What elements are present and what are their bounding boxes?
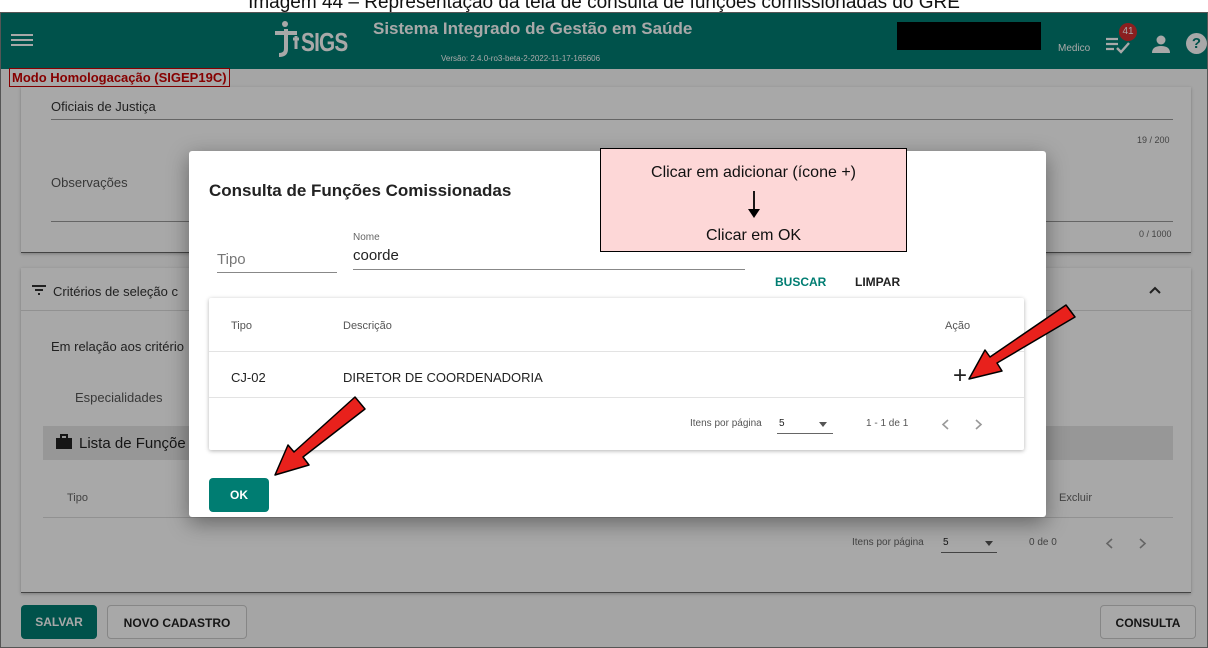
ok-button[interactable]: OK (209, 478, 269, 512)
annotation-line-2: Clicar em OK (705, 227, 802, 244)
page-range: 1 - 1 de 1 (866, 418, 909, 429)
row-tipo: CJ-02 (231, 370, 266, 385)
select-underline (777, 433, 833, 434)
annotation-line-1: Clicar em adicionar (ícone +) (651, 164, 856, 181)
nome-input[interactable]: coorde (353, 247, 399, 264)
search-button[interactable]: BUSCAR (775, 275, 826, 289)
nome-label: Nome (353, 232, 380, 243)
row-descricao: DIRETOR DE COORDENADORIA (343, 370, 543, 385)
caption-text: Imagem 44 – Representação da tela de con… (248, 0, 960, 12)
figure-caption: Imagem 44 – Representação da tela de con… (0, 0, 1208, 12)
caret-down-icon[interactable] (819, 422, 827, 427)
clear-button[interactable]: LIMPAR (855, 275, 900, 289)
tipo-input[interactable]: Tipo (217, 251, 246, 268)
chevron-right-icon[interactable] (975, 419, 983, 430)
col-header-descricao: Descrição (343, 320, 392, 332)
screenshot-frame: SIGS Sistema Integrado de Gestão em Saúd… (0, 12, 1208, 648)
chevron-left-icon[interactable] (941, 419, 949, 430)
tipo-input-underline (217, 272, 337, 273)
dialog-title: Consulta de Funções Comissionadas (209, 181, 512, 200)
red-arrow-plus-icon (968, 304, 1076, 380)
items-per-page-select[interactable]: 5 (779, 418, 785, 429)
header-divider (209, 351, 1024, 352)
arrow-down-icon (748, 191, 760, 218)
col-header-tipo: Tipo (231, 320, 252, 332)
items-per-page-label: Itens por página (690, 418, 762, 429)
nome-input-underline (353, 269, 745, 270)
annotation-note: Clicar em adicionar (ícone +) Clicar em … (600, 148, 907, 252)
red-arrow-ok-icon (274, 396, 366, 476)
